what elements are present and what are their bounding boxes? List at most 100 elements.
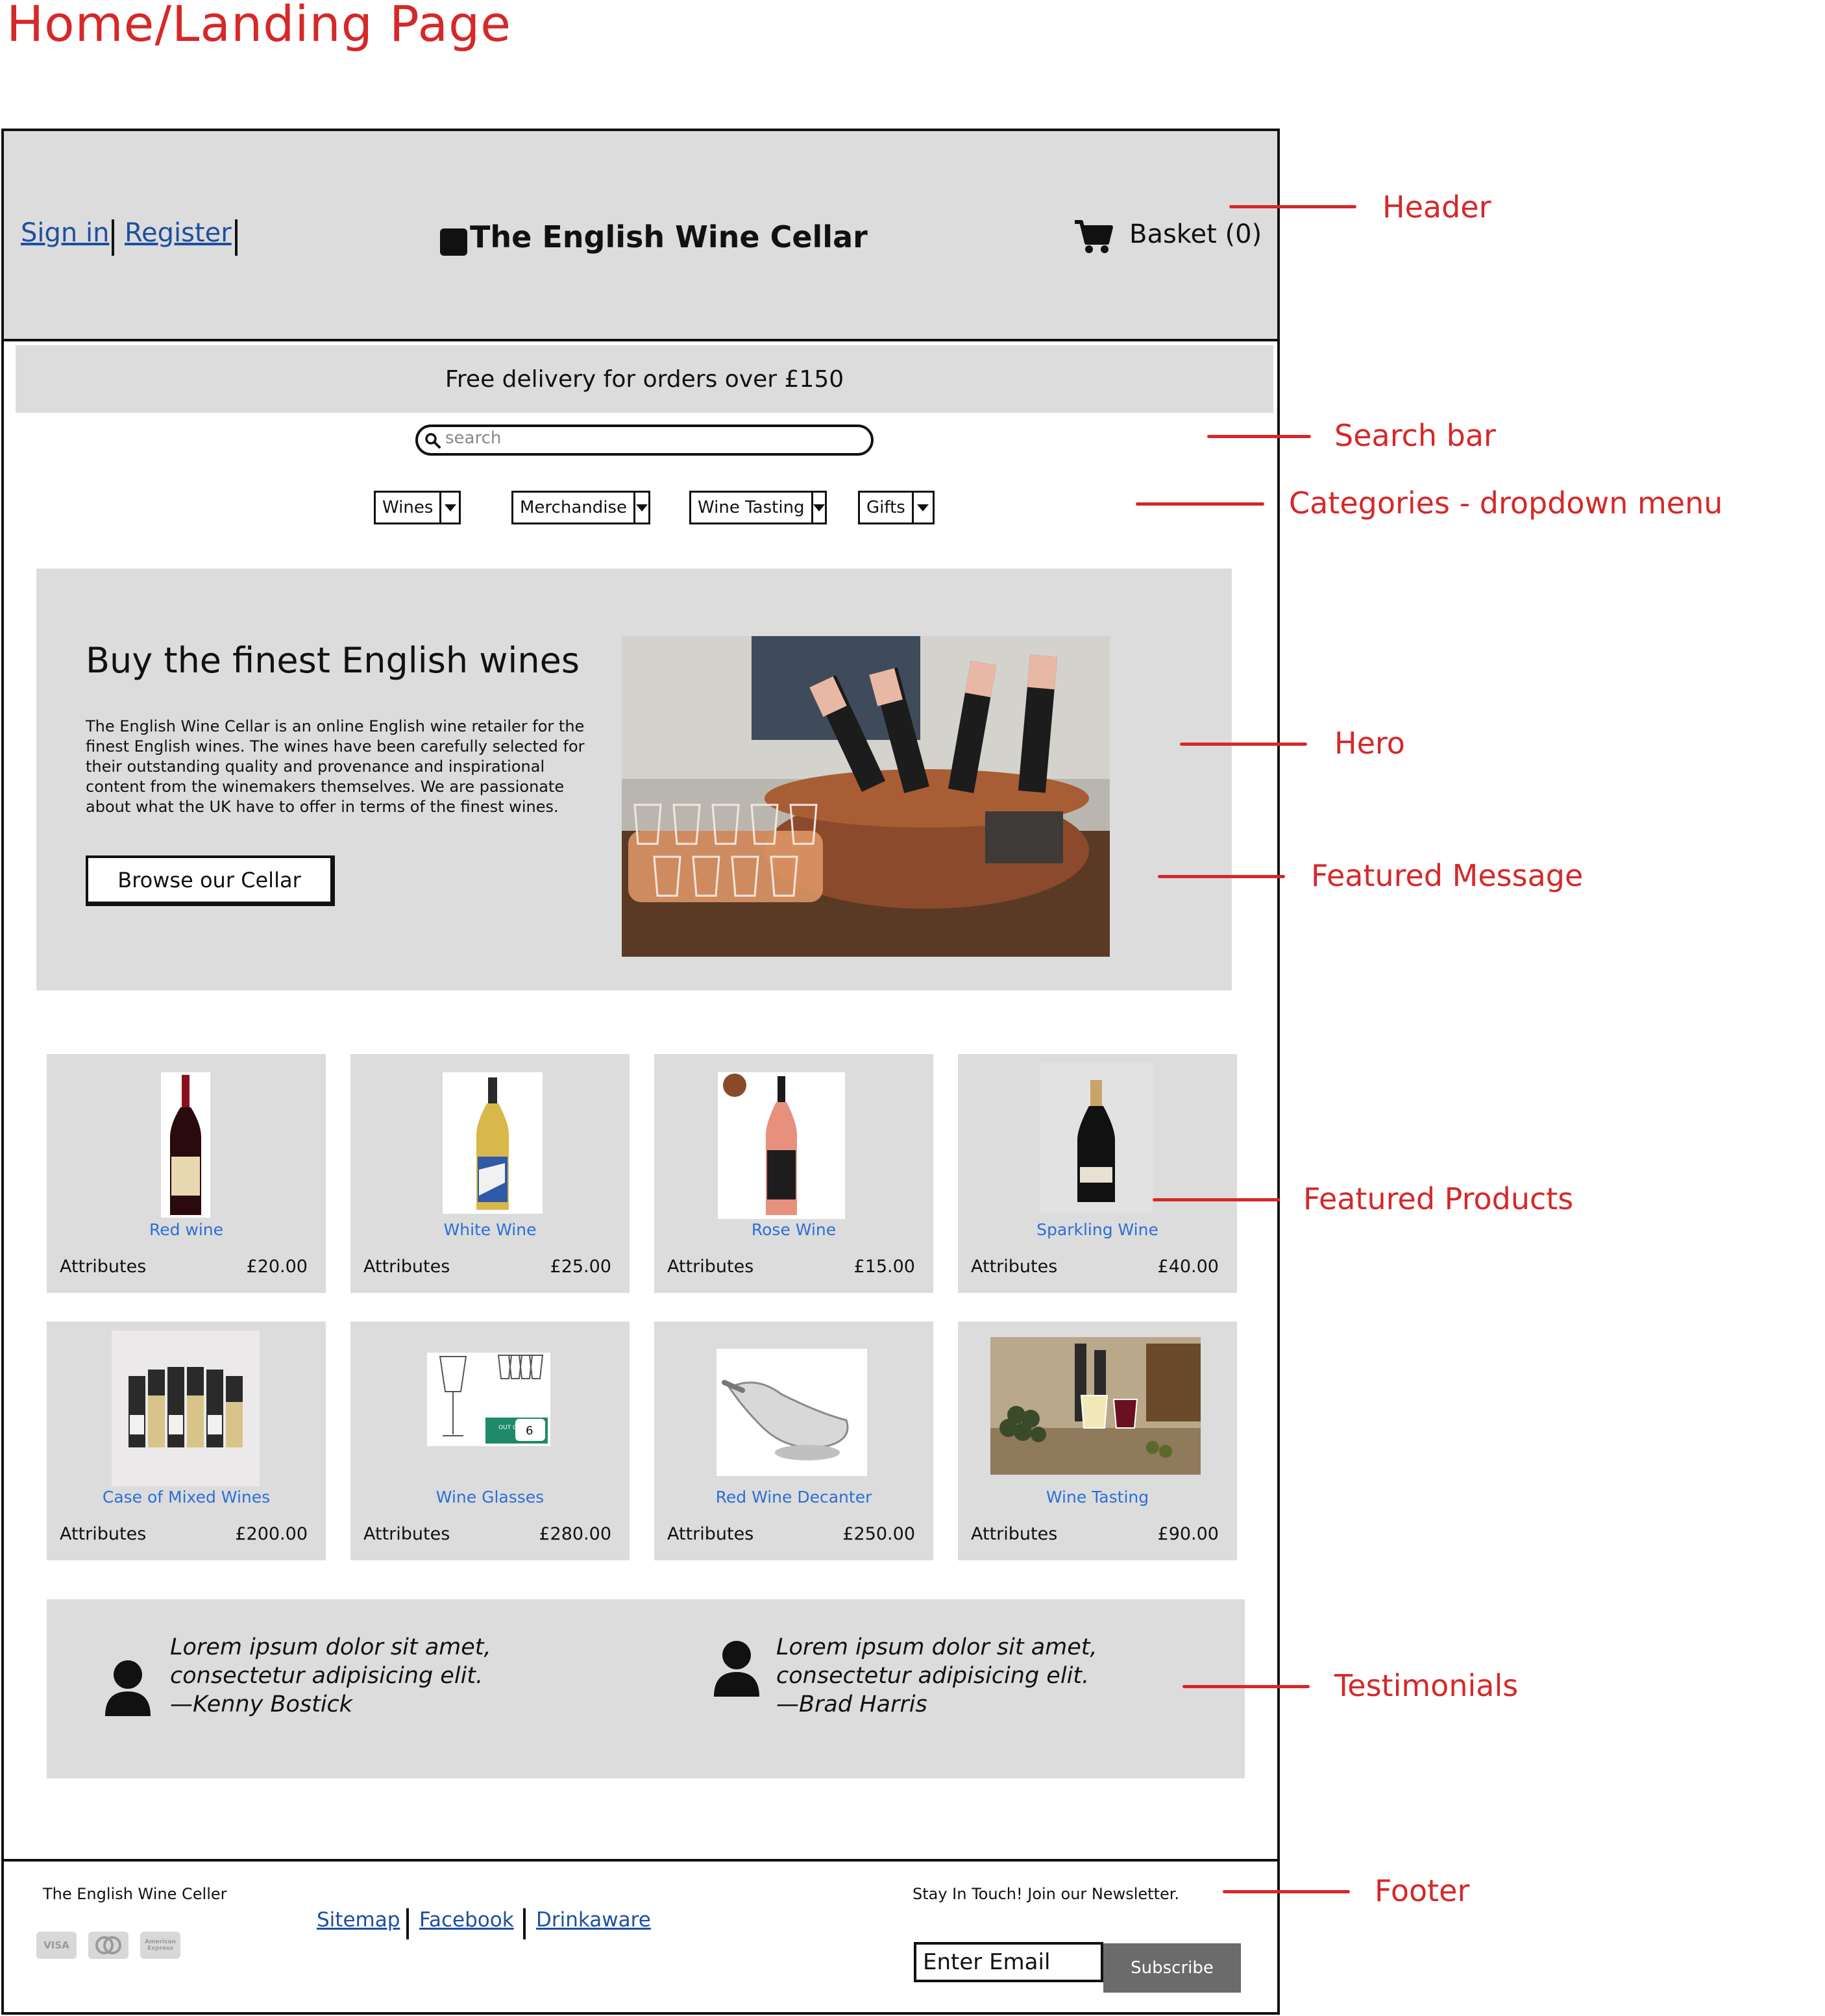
- product-price: £20.00: [246, 1257, 308, 1277]
- annotation-pointer: [1153, 1198, 1280, 1201]
- product-image[interactable]: [990, 1337, 1201, 1475]
- newsletter-label: Stay In Touch! Join our Newsletter.: [912, 1885, 1180, 1903]
- product-card-wine-glasses[interactable]: OUT OF STOCK 6 Wine Glasses Attributes £…: [350, 1321, 630, 1560]
- product-price: £40.00: [1157, 1257, 1219, 1277]
- hero-description: The English Wine Cellar is an online Eng…: [86, 717, 585, 816]
- subscribe-button[interactable]: Subscribe: [1103, 1943, 1241, 1993]
- annotation-categories: Categories - dropdown menu: [1289, 486, 1723, 521]
- annotation-hero: Hero: [1334, 726, 1405, 761]
- wines-dropdown[interactable]: Wines: [374, 491, 461, 524]
- product-price: £250.00: [842, 1524, 915, 1544]
- product-name-link[interactable]: Wine Tasting: [958, 1488, 1237, 1506]
- search-placeholder: search: [445, 428, 502, 448]
- product-image[interactable]: OUT OF STOCK 6: [427, 1353, 550, 1446]
- product-card-rose-wine[interactable]: Rose Wine Attributes £15.00: [654, 1054, 933, 1293]
- out-of-stock-badge: OUT OF STOCK: [498, 1425, 543, 1431]
- basket-icon[interactable]: [1073, 218, 1114, 254]
- gifts-dropdown[interactable]: Gifts: [858, 491, 935, 524]
- hero-section: Buy the finest English wines The English…: [36, 569, 1232, 990]
- product-image[interactable]: [112, 1331, 260, 1486]
- user-avatar-icon: [104, 1659, 152, 1716]
- product-name-link[interactable]: Rose Wine: [654, 1220, 933, 1239]
- product-image[interactable]: [718, 1072, 845, 1219]
- product-name-link[interactable]: Wine Glasses: [350, 1488, 630, 1506]
- product-card-sparkling-wine[interactable]: Sparkling Wine Attributes £40.00: [958, 1054, 1237, 1293]
- browse-cellar-button[interactable]: Browse our Cellar: [86, 855, 335, 906]
- footer-divider: [523, 1908, 526, 1939]
- product-name-link[interactable]: Red Wine Decanter: [654, 1488, 933, 1506]
- annotation-pointer: [1223, 1890, 1350, 1893]
- sitemap-link[interactable]: Sitemap: [317, 1908, 400, 1932]
- product-name-link[interactable]: Sparkling Wine: [958, 1220, 1237, 1239]
- search-icon: [425, 433, 441, 449]
- product-price: £25.00: [550, 1257, 611, 1277]
- annotation-pointer: [1207, 435, 1311, 438]
- delivery-banner-text: Free delivery for orders over £150: [445, 365, 844, 393]
- product-image[interactable]: [717, 1349, 867, 1476]
- product-attributes: Attributes: [363, 1524, 450, 1544]
- testimonial-line: Lorem ipsum dolor sit amet,: [776, 1634, 1097, 1660]
- sign-in-link[interactable]: Sign in: [21, 218, 109, 248]
- product-card-red-wine-decanter[interactable]: Red Wine Decanter Attributes £250.00: [654, 1321, 933, 1560]
- product-image[interactable]: [1040, 1063, 1153, 1212]
- hero-title: Buy the finest English wines: [86, 640, 580, 681]
- drinkaware-link[interactable]: Drinkaware: [536, 1908, 651, 1932]
- product-card-mixed-wines[interactable]: Case of Mixed Wines Attributes £200.00: [47, 1321, 326, 1560]
- product-attributes: Attributes: [60, 1257, 147, 1277]
- product-attributes: Attributes: [667, 1524, 754, 1544]
- product-attributes: Attributes: [60, 1524, 147, 1544]
- product-price: £15.00: [853, 1257, 915, 1277]
- chevron-down-icon[interactable]: [439, 493, 459, 522]
- merchandise-dropdown[interactable]: Merchandise: [511, 491, 650, 524]
- annotation-testimonials: Testimonials: [1334, 1668, 1519, 1703]
- register-link[interactable]: Register: [125, 218, 232, 248]
- product-name-link[interactable]: Case of Mixed Wines: [47, 1488, 326, 1506]
- search-bar[interactable]: search: [415, 424, 874, 456]
- american-express-icon: American Express: [140, 1932, 180, 1959]
- logo-icon: [440, 228, 467, 256]
- annotation-header: Header: [1382, 190, 1491, 225]
- annotation-pointer: [1182, 1685, 1310, 1688]
- product-image[interactable]: [443, 1072, 543, 1214]
- wine-tasting-dropdown[interactable]: Wine Tasting: [689, 491, 827, 524]
- hero-image: [622, 636, 1110, 957]
- annotation-pointer: [1180, 743, 1307, 746]
- page-title: Home/Landing Page: [6, 0, 512, 53]
- annotation-pointer: [1229, 205, 1356, 208]
- testimonial-author: —Kenny Bostick: [170, 1691, 353, 1717]
- email-field[interactable]: Enter Email: [914, 1942, 1103, 1982]
- annotation-search: Search bar: [1334, 418, 1496, 453]
- product-card-wine-tasting[interactable]: Wine Tasting Attributes £90.00: [958, 1321, 1237, 1560]
- product-price: £90.00: [1157, 1524, 1219, 1544]
- product-attributes: Attributes: [971, 1257, 1058, 1277]
- chevron-down-icon[interactable]: [633, 493, 648, 522]
- product-name-link[interactable]: Red wine: [47, 1220, 326, 1239]
- site-title[interactable]: The English Wine Cellar: [470, 219, 868, 254]
- product-card-white-wine[interactable]: White Wine Attributes £25.00: [350, 1054, 630, 1293]
- product-attributes: Attributes: [971, 1524, 1058, 1544]
- annotation-featured-products: Featured Products: [1303, 1181, 1574, 1216]
- footer-divider: [406, 1908, 409, 1939]
- product-image[interactable]: [161, 1072, 210, 1218]
- product-name-link[interactable]: White Wine: [350, 1220, 630, 1239]
- chevron-down-icon[interactable]: [911, 493, 933, 522]
- dropdown-label: Gifts: [866, 498, 905, 517]
- annotation-pointer: [1136, 502, 1264, 506]
- dropdown-label: Wines: [382, 498, 434, 517]
- product-price: £280.00: [539, 1524, 611, 1544]
- facebook-link[interactable]: Facebook: [419, 1908, 514, 1932]
- testimonial-line: consectetur adipisicing elit.: [776, 1663, 1090, 1689]
- basket-label[interactable]: Basket (0): [1129, 219, 1262, 249]
- annotation-featured-message: Featured Message: [1311, 858, 1584, 893]
- product-attributes: Attributes: [667, 1257, 754, 1277]
- testimonial-line: consectetur adipisicing elit.: [170, 1663, 484, 1689]
- product-card-red-wine[interactable]: Red wine Attributes £20.00: [47, 1054, 326, 1293]
- annotation-footer: Footer: [1375, 1873, 1470, 1908]
- dropdown-label: Merchandise: [520, 498, 628, 517]
- chevron-down-icon[interactable]: [811, 493, 825, 522]
- product-price: £200.00: [235, 1524, 308, 1544]
- user-avatar-icon: [713, 1640, 761, 1697]
- delivery-banner: Free delivery for orders over £150: [16, 345, 1273, 413]
- testimonial-quote-1: Lorem ipsum dolor sit amet, consectetur …: [170, 1633, 491, 1719]
- testimonial-author: —Brad Harris: [776, 1691, 927, 1717]
